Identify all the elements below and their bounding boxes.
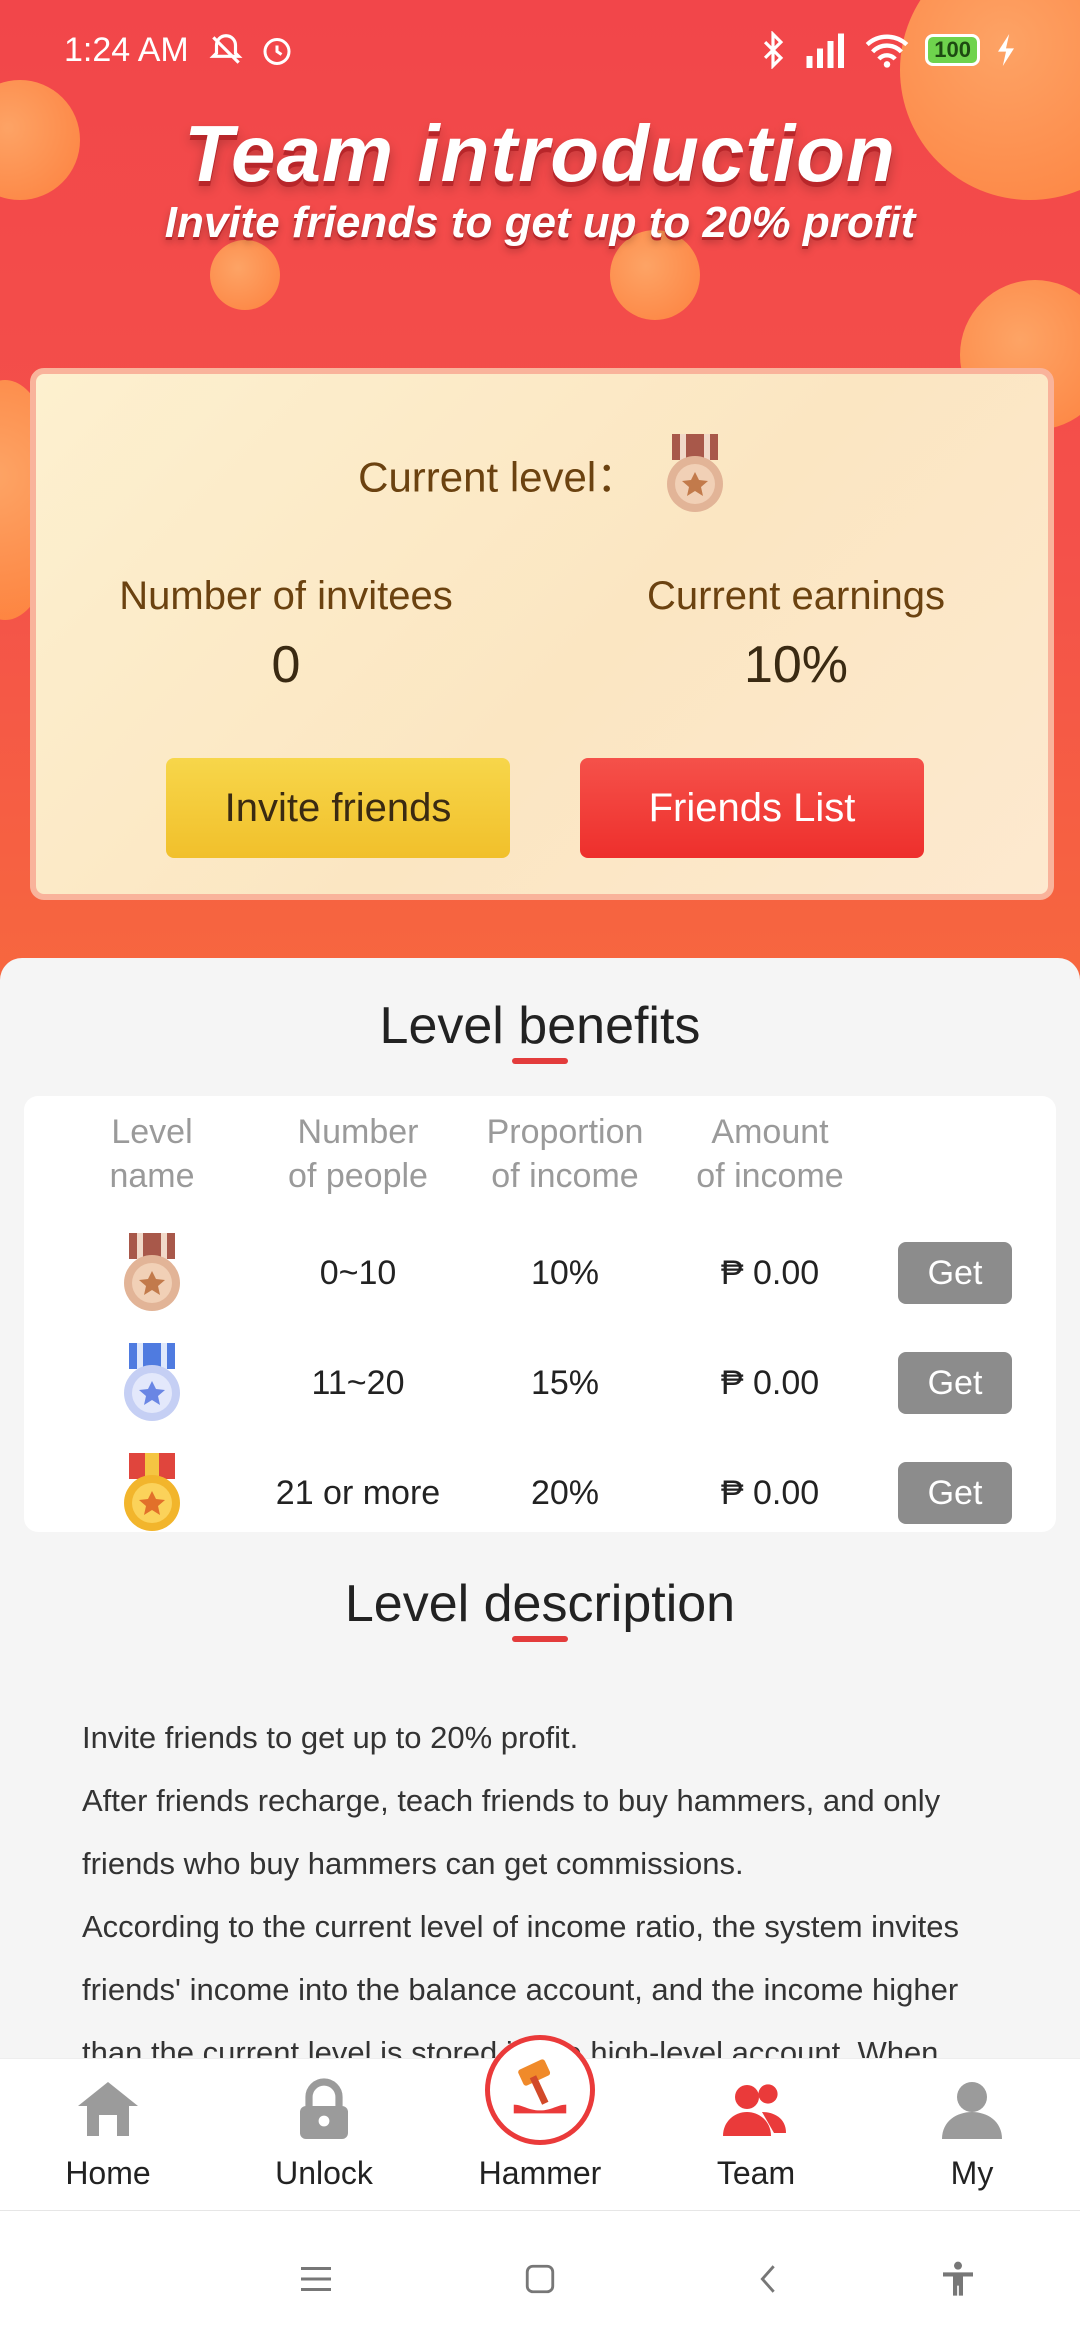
cell-people: 11~20 bbox=[311, 1363, 405, 1402]
battery-icon: 100 bbox=[925, 34, 980, 66]
page-subtitle: Invite friends to get up to 20% profit bbox=[164, 198, 916, 247]
menu-button[interactable] bbox=[288, 2251, 344, 2307]
cell-proportion: 10% bbox=[530, 1253, 600, 1292]
description-line: Invite friends to get up to 20% profit. bbox=[82, 1720, 579, 1755]
tab-label: Home bbox=[65, 2155, 151, 2191]
level-description-text: Invite friends to get up to 20% profit. … bbox=[82, 1706, 1022, 2084]
team-icon bbox=[723, 2084, 786, 2136]
cell-amount: ₱ 0.00 bbox=[720, 1473, 820, 1512]
column-header-level: Level name bbox=[109, 1113, 195, 1195]
tab-label: Unlock bbox=[275, 2155, 373, 2191]
wifi-icon bbox=[865, 34, 909, 68]
get-button[interactable]: Get bbox=[898, 1352, 1012, 1414]
table-row: 21 or more 20% ₱ 0.00 Get bbox=[24, 1438, 1056, 1548]
tab-home[interactable]: Home bbox=[0, 2059, 216, 2210]
tab-label: Hammer bbox=[478, 2155, 602, 2191]
bell-muted-icon bbox=[209, 34, 243, 64]
benefits-table: Level name Number of people Proportion o… bbox=[24, 1096, 1056, 1532]
cell-proportion: 20% bbox=[530, 1473, 600, 1512]
tab-hammer[interactable]: Hammer bbox=[432, 2035, 648, 2210]
back-button[interactable] bbox=[740, 2251, 796, 2307]
accessibility-icon bbox=[943, 2261, 973, 2296]
earnings-value: 10% bbox=[743, 636, 849, 694]
page-title: Team introduction bbox=[184, 109, 896, 198]
charging-icon bbox=[998, 34, 1014, 66]
description-line: friends' income into the balance account… bbox=[82, 1972, 959, 2007]
system-navigation-bar bbox=[0, 2210, 1080, 2340]
status-bar: 1:24 AM 100 bbox=[0, 0, 1080, 100]
invite-friends-button[interactable]: Invite friends bbox=[166, 758, 510, 858]
earnings-stat: Current earnings 10% bbox=[576, 574, 1016, 695]
description-line: After friends recharge, teach friends to… bbox=[82, 1783, 941, 1818]
invitees-value: 0 bbox=[271, 636, 301, 694]
bronze-medal-icon bbox=[666, 434, 723, 512]
get-button[interactable]: Get bbox=[898, 1242, 1012, 1304]
cell-people: 0~10 bbox=[319, 1253, 397, 1292]
tab-my[interactable]: My bbox=[864, 2059, 1080, 2210]
square-icon bbox=[525, 2264, 555, 2294]
description-line: friends who buy hammers can get commissi… bbox=[82, 1846, 744, 1881]
cell-people: 21 or more bbox=[275, 1473, 441, 1512]
hammer-ring bbox=[485, 2035, 595, 2145]
back-icon bbox=[760, 2265, 775, 2293]
table-row: 11~20 15% ₱ 0.00 Get bbox=[24, 1328, 1056, 1438]
tab-unlock[interactable]: Unlock bbox=[216, 2059, 432, 2210]
tab-label: My bbox=[950, 2155, 994, 2191]
cell-amount: ₱ 0.00 bbox=[720, 1253, 820, 1292]
tab-team[interactable]: Team bbox=[648, 2059, 864, 2210]
level-benefits-title: Level benefits bbox=[379, 997, 701, 1055]
description-line: According to the current level of income… bbox=[82, 1909, 960, 1944]
header-banner: 1:24 AM 100 Team introduction Invite fri… bbox=[0, 0, 1080, 1000]
invitees-stat: Number of invitees 0 bbox=[76, 574, 496, 695]
friends-list-button[interactable]: Friends List bbox=[580, 758, 924, 858]
signal-icon bbox=[806, 33, 845, 68]
column-header-proportion: Proportion of income bbox=[486, 1113, 644, 1195]
silver-medal-icon bbox=[124, 1343, 180, 1421]
title-underline bbox=[512, 1636, 568, 1642]
column-header-amount: Amount of income bbox=[696, 1113, 844, 1195]
current-level-label: Current level： bbox=[358, 453, 639, 501]
hammer-icon bbox=[513, 2059, 567, 2114]
menu-icon bbox=[301, 2267, 331, 2291]
alarm-icon bbox=[263, 38, 291, 65]
bronze-medal-icon bbox=[124, 1233, 180, 1311]
home-icon bbox=[78, 2082, 138, 2136]
cell-amount: ₱ 0.00 bbox=[720, 1363, 820, 1402]
current-level: Current level： bbox=[36, 432, 1048, 516]
get-button[interactable]: Get bbox=[898, 1462, 1012, 1524]
user-icon bbox=[942, 2082, 1002, 2139]
cell-proportion: 15% bbox=[530, 1363, 600, 1402]
lock-icon bbox=[300, 2078, 348, 2139]
level-card: Current level： Number of invitees 0 Curr… bbox=[30, 368, 1054, 900]
title-underline bbox=[512, 1058, 568, 1064]
decor-blob bbox=[210, 240, 280, 310]
tab-label: Team bbox=[716, 2155, 796, 2191]
bottom-tab-bar: Home Unlock Hammer Team My bbox=[0, 2035, 1080, 2210]
bluetooth-icon bbox=[764, 31, 784, 69]
accessibility-button[interactable] bbox=[930, 2251, 986, 2307]
home-nav-button[interactable] bbox=[512, 2251, 568, 2307]
gold-medal-icon bbox=[124, 1453, 180, 1531]
earnings-label: Current earnings bbox=[647, 574, 945, 618]
level-description-title: Level description bbox=[344, 1575, 736, 1633]
column-header-people: Number of people bbox=[288, 1113, 428, 1195]
status-time: 1:24 AM bbox=[64, 30, 189, 69]
invitees-label: Number of invitees bbox=[119, 574, 453, 618]
table-row: 0~10 10% ₱ 0.00 Get bbox=[24, 1218, 1056, 1328]
